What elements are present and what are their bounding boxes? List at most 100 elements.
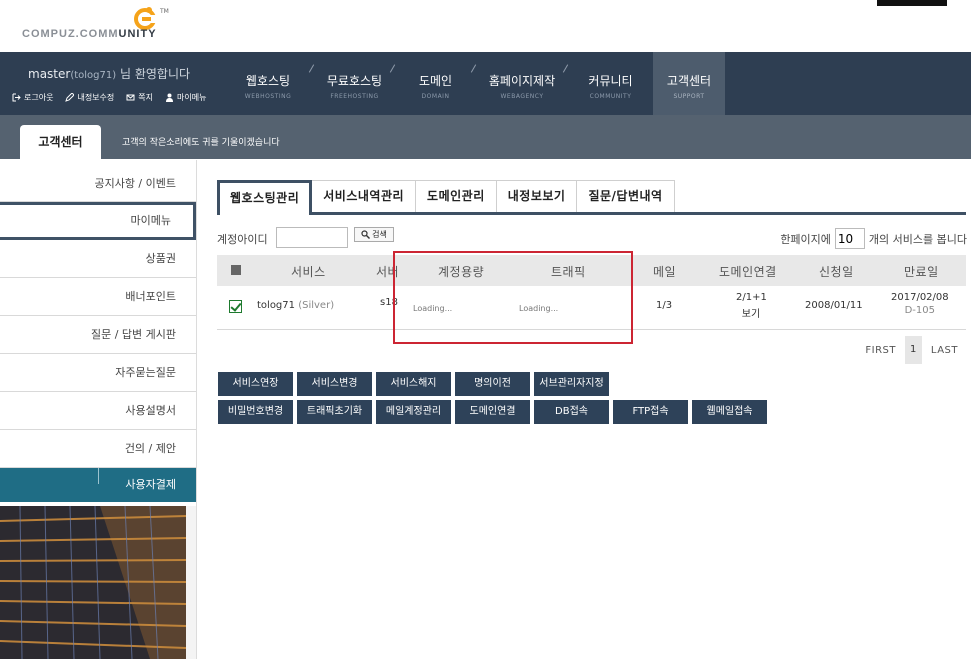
cell-mail: 1/3 (656, 300, 673, 311)
search-icon (361, 230, 371, 239)
reset-traffic-button[interactable]: 트래픽초기화 (297, 400, 372, 424)
cell-service-plan: (Silver) (298, 300, 335, 311)
page-first[interactable]: FIRST (860, 345, 901, 356)
mail-account-button[interactable]: 메일계정관리 (376, 400, 451, 424)
extend-service-button[interactable]: 서비스연장 (218, 372, 293, 396)
cell-server: s18 (380, 297, 398, 308)
sidebar-item-user-payment[interactable]: 사용자결제 (0, 468, 196, 502)
nav-webhosting-label: 웹호스팅 (245, 74, 291, 88)
tab-qna-history[interactable]: 질문/답변내역 (576, 180, 675, 213)
service-table: 서비스 서버 계정용량 트래픽 메일 도메인연결 신청일 만료일 tolog71… (217, 255, 966, 330)
content-tabs: 웹호스팅관리 서비스내역관리 도메인관리 내정보보기 질문/답변내역 (217, 180, 966, 215)
action-buttons-row1: 서비스연장 서비스변경 서비스해지 명의이전 서브관리자지정 (218, 372, 609, 396)
sidebar-divider (98, 468, 99, 484)
sub-admin-button[interactable]: 서브관리자지정 (534, 372, 609, 396)
section-description: 고객의 작은소리에도 귀를 기울이겠습니다 (122, 138, 280, 148)
sidebar-item-banner-point[interactable]: 배너포인트 (0, 278, 196, 316)
cancel-service-button[interactable]: 서비스해지 (376, 372, 451, 396)
domain-connect-button[interactable]: 도메인연결 (455, 400, 530, 424)
tab-my-info[interactable]: 내정보보기 (495, 180, 578, 213)
nav-webhosting-sub: WEBHOSTING (244, 93, 292, 100)
top-corner-bar (877, 0, 947, 6)
per-page-input[interactable] (834, 228, 865, 249)
cell-apply-date: 2008/01/11 (805, 300, 863, 311)
user-id: (tolog71) (70, 70, 117, 81)
main-navigation: 웹호스팅 WEBHOSTING 무료호스팅 FREEHOSTING 도메인 DO… (222, 52, 725, 115)
sidebar-item-qna-board[interactable]: 질문 / 답변 게시판 (0, 316, 196, 354)
tab-webhosting-manage[interactable]: 웹호스팅관리 (217, 180, 313, 215)
account-id-input[interactable] (276, 227, 348, 248)
header-mail: 메일 (653, 265, 677, 279)
search-button[interactable]: 검색 (354, 227, 394, 242)
edit-profile-link[interactable]: 내정보수정 (65, 92, 114, 103)
nav-domain-sub: DOMAIN (421, 93, 450, 100)
cell-domain: 2/1+1 보기 (736, 292, 767, 320)
change-service-button[interactable]: 서비스변경 (297, 372, 372, 396)
db-access-button[interactable]: DB접속 (534, 400, 609, 424)
messages-link[interactable]: 쪽지 (126, 92, 153, 103)
sidebar-item-suggestion[interactable]: 건의 / 제안 (0, 430, 196, 468)
photo-edge (186, 506, 196, 659)
header-domain-link: 도메인연결 (719, 265, 777, 279)
pencil-icon (65, 93, 75, 102)
building-image (0, 506, 196, 659)
header-apply-date: 신청일 (819, 265, 854, 279)
sidebar-item-user-payment-label: 사용자결제 (125, 478, 176, 491)
header-quota: 계정용량 (438, 265, 485, 279)
sidebar-item-giftcard[interactable]: 상품권 (0, 240, 196, 278)
nav-domain[interactable]: 도메인 DOMAIN (395, 52, 477, 115)
mymenu-link[interactable]: 마이메뉴 (165, 92, 206, 103)
select-all-checkbox[interactable] (231, 265, 241, 275)
logo-text: COMPUZ.COMMUNITY (22, 28, 157, 40)
nav-webagency[interactable]: 홈페이지제작 WEBAGENCY (476, 52, 569, 115)
cell-quota: Loading... (413, 304, 453, 313)
transfer-owner-button[interactable]: 명의이전 (455, 372, 530, 396)
nav-freehosting-sub: FREEHOSTING (330, 93, 379, 100)
sidebar-item-notice[interactable]: 공지사항 / 이벤트 (0, 165, 196, 202)
page-last[interactable]: LAST (926, 345, 963, 356)
change-password-button[interactable]: 비밀번호변경 (218, 400, 293, 424)
logo-text-light: COMPUZ.COMM (22, 28, 119, 40)
mail-icon (126, 94, 135, 101)
tab-service-history[interactable]: 서비스내역관리 (311, 180, 417, 213)
cell-expire-date: 2017/02/08 (891, 292, 949, 303)
domain-view-link[interactable]: 보기 (736, 305, 766, 320)
nav-webhosting[interactable]: 웹호스팅 WEBHOSTING (222, 52, 315, 115)
logout-icon (12, 93, 21, 102)
nav-webagency-label: 홈페이지제작 (488, 74, 556, 88)
sidebar-building-photo (0, 506, 196, 659)
edit-profile-label: 내정보수정 (77, 93, 115, 102)
action-buttons-row2: 비밀번호변경 트래픽초기화 메일계정관리 도메인연결 DB접속 FTP접속 웹메… (218, 400, 767, 424)
nav-support[interactable]: 고객센터 SUPPORT (653, 52, 725, 115)
sidebar-item-manual[interactable]: 사용설명서 (0, 392, 196, 430)
top-bar: TM COMPUZ.COMMUNITY (0, 0, 971, 52)
tab-domain-manage[interactable]: 도메인관리 (415, 180, 497, 213)
header-service: 서비스 (291, 265, 326, 279)
site-logo[interactable]: TM COMPUZ.COMMUNITY (22, 6, 172, 46)
header-server: 서버 (376, 265, 400, 279)
sidebar-item-faq[interactable]: 자주묻는질문 (0, 354, 196, 392)
webmail-access-button[interactable]: 웹메일접속 (692, 400, 767, 424)
header-traffic: 트래픽 (551, 265, 586, 279)
per-page-control: 한페이지에 개의 서비스를 봅니다 (780, 228, 967, 249)
sidebar-item-mymenu[interactable]: 마이메뉴 (0, 202, 196, 240)
cell-dday: D-105 (904, 305, 936, 316)
cell-domain-count: 2/1+1 (736, 292, 767, 303)
cell-service: tolog71 (Silver) (257, 300, 334, 311)
nav-webagency-sub: WEBAGENCY (500, 93, 544, 100)
user-icon (166, 93, 173, 102)
section-tab-support[interactable]: 고객센터 (20, 125, 101, 159)
nav-support-label: 고객센터 (666, 74, 712, 88)
page-current[interactable]: 1 (905, 336, 922, 364)
sidebar-border (196, 160, 197, 659)
nav-community[interactable]: 커뮤니티 COMMUNITY (568, 52, 653, 115)
ftp-access-button[interactable]: FTP접속 (613, 400, 688, 424)
logo-text-bold: UNITY (118, 28, 157, 40)
row-checkbox[interactable] (229, 300, 242, 313)
user-links: 로그아웃 내정보수정 쪽지 마이메뉴 (12, 92, 206, 103)
nav-freehosting-label: 무료호스팅 (326, 74, 383, 88)
logo-tm: TM (160, 8, 169, 15)
logout-link[interactable]: 로그아웃 (12, 92, 53, 103)
sidebar: 공지사항 / 이벤트 마이메뉴 상품권 배너포인트 질문 / 답변 게시판 자주… (0, 165, 196, 659)
nav-freehosting[interactable]: 무료호스팅 FREEHOSTING (314, 52, 396, 115)
